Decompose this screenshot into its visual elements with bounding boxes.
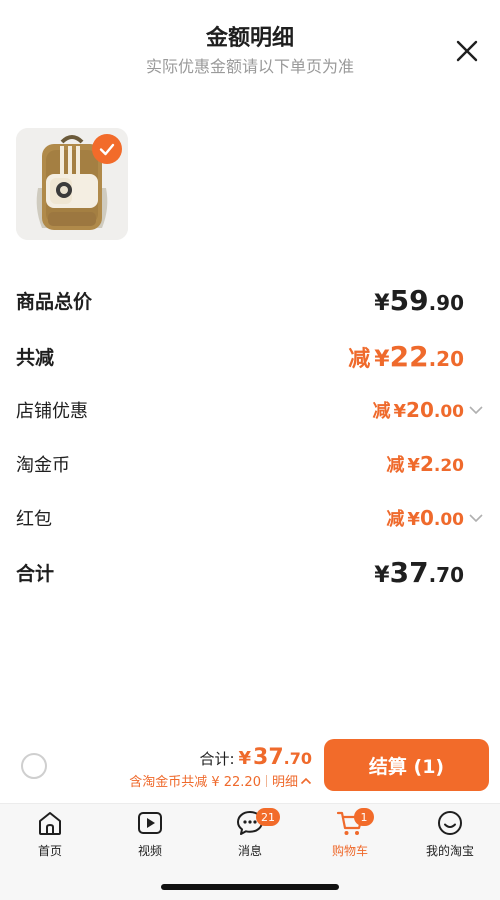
tab-label: 购物车 <box>331 844 368 858</box>
profile-icon <box>438 811 462 835</box>
currency-symbol: ¥ <box>407 455 420 476</box>
details-toggle[interactable]: 明细 <box>272 771 312 790</box>
row-total: 合计 ¥ 37 .70 <box>16 554 484 590</box>
amount-decimal: .70 <box>428 562 464 587</box>
tab-label: 消息 <box>237 844 262 858</box>
amount-decimal: .00 <box>433 510 464 530</box>
row-taojinbi: 淘金币 减 ¥ 2 .20 <box>16 446 484 482</box>
amount-integer: 2 <box>419 452 434 476</box>
tab-profile[interactable]: 我的淘宝 <box>400 808 500 860</box>
checkout-total-label: 合计: <box>199 750 235 768</box>
amount-decimal: .20 <box>433 456 464 476</box>
amount-integer: 20 <box>406 398 434 422</box>
currency-symbol: ¥ <box>407 509 420 530</box>
minus-label: 减 <box>372 401 391 422</box>
selected-check-badge[interactable] <box>92 134 122 164</box>
message-count-badge: 21 <box>256 808 280 826</box>
tab-cart[interactable]: 购物车 1 <box>300 808 400 860</box>
red-packet-value: 减 ¥ 0 .00 <box>386 505 484 531</box>
divider <box>265 774 267 787</box>
tab-messages[interactable]: 消息 21 <box>200 808 300 860</box>
close-button[interactable] <box>452 36 482 66</box>
amount-decimal: .20 <box>428 346 464 371</box>
home-icon <box>39 812 61 835</box>
taojinbi-label: 淘金币 <box>16 455 70 476</box>
tab-home[interactable]: 首页 <box>0 808 100 860</box>
amount-integer: 37 <box>389 555 429 589</box>
row-store-discount[interactable]: 店铺优惠 减 ¥ 20 .00 <box>16 392 484 428</box>
currency-symbol: ¥ <box>374 290 390 316</box>
currency-symbol: ¥ <box>374 346 390 372</box>
red-packet-label: 红包 <box>16 509 52 530</box>
tab-label: 我的淘宝 <box>425 844 474 858</box>
row-subtotal: 商品总价 ¥ 59 .90 <box>16 282 484 318</box>
amount-integer: 59 <box>389 283 429 317</box>
chevron-down-icon <box>469 514 483 523</box>
video-icon <box>138 812 162 834</box>
store-discount-label: 店铺优惠 <box>16 401 88 422</box>
subtotal-value: ¥ 59 .90 <box>374 284 484 317</box>
minus-label: 减 <box>348 346 371 372</box>
close-icon <box>456 40 478 62</box>
currency-symbol: ¥ <box>238 748 252 769</box>
row-total-discount: 共减 减 ¥ 22 .20 <box>16 338 484 374</box>
savings-summary: 含淘金币共减 ¥ 22.20 明细 <box>129 771 312 790</box>
chevron-up-icon <box>300 777 312 784</box>
cart-count-badge: 1 <box>354 808 374 826</box>
currency-symbol: ¥ <box>393 401 407 422</box>
minus-label: 减 <box>386 509 405 530</box>
checkout-total: 合计: ¥ 37 .70 <box>199 745 312 770</box>
home-indicator <box>161 884 339 890</box>
tab-label: 首页 <box>37 844 62 858</box>
currency-symbol: ¥ <box>374 562 390 588</box>
header: 金额明细 实际优惠金额请以下单页为准 <box>0 0 500 90</box>
check-icon <box>99 143 115 156</box>
page-title: 金额明细 <box>205 26 294 51</box>
details-label: 明细 <box>271 775 298 790</box>
checkout-bar: 合计: ¥ 37 .70 含淘金币共减 ¥ 22.20 明细 结算 (1) <box>0 735 500 803</box>
total-value: ¥ 37 .70 <box>374 556 484 589</box>
total-label: 合计 <box>16 562 55 585</box>
chevron-down-icon <box>469 406 483 415</box>
amount-decimal: .90 <box>428 290 464 315</box>
taojinbi-value: 减 ¥ 2 .20 <box>386 451 484 477</box>
amount-integer: 37 <box>253 745 284 770</box>
tab-label: 视频 <box>137 844 162 858</box>
checkout-button[interactable]: 结算 (1) <box>324 739 489 791</box>
amount-decimal: .00 <box>433 402 464 422</box>
page-subtitle: 实际优惠金额请以下单页为准 <box>145 57 354 76</box>
amount-integer: 22 <box>389 339 429 373</box>
total-discount-value: 减 ¥ 22 .20 <box>348 340 484 373</box>
minus-label: 减 <box>386 455 405 476</box>
subtotal-label: 商品总价 <box>16 290 93 313</box>
tab-video[interactable]: 视频 <box>100 808 200 860</box>
store-discount-value: 减 ¥ 20 .00 <box>373 397 485 423</box>
select-all-radio[interactable] <box>21 753 47 779</box>
total-discount-label: 共减 <box>16 346 55 369</box>
amount-integer: 0 <box>419 506 434 530</box>
row-red-packet[interactable]: 红包 减 ¥ 0 .00 <box>16 500 484 536</box>
amount-decimal: .70 <box>283 749 312 768</box>
savings-text: 含淘金币共减 ¥ 22.20 <box>129 775 261 790</box>
